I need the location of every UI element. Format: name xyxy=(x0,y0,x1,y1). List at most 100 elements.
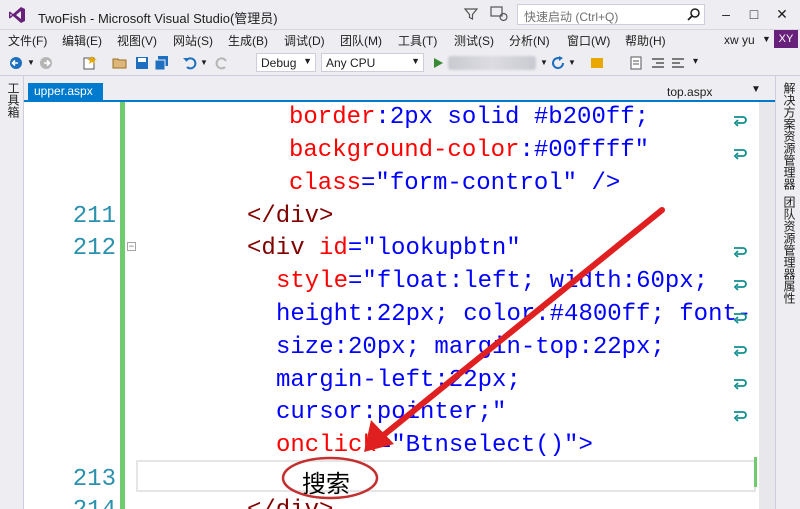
line-number: 212 xyxy=(72,235,116,262)
code-line: cursor:pointer;" xyxy=(276,399,506,426)
code-line: style="float:left; width:60px; xyxy=(276,268,708,295)
code-value: height:22px; color:#4800ff; font- xyxy=(276,301,752,328)
search-icon xyxy=(687,8,700,21)
title-bar: TwoFish - Microsoft Visual Studio(管理员) 快… xyxy=(0,0,800,30)
filter-icon[interactable] xyxy=(463,6,479,22)
code-value: ="lookupbtn" xyxy=(347,235,521,262)
code-attr: border xyxy=(289,104,376,131)
target-dropdown-icon[interactable]: ▼ xyxy=(540,58,548,67)
left-rail: 工具箱 xyxy=(0,76,24,509)
menu-analyze[interactable]: 分析(N) xyxy=(509,32,550,49)
window-title: TwoFish - Microsoft Visual Studio(管理员) xyxy=(38,11,278,26)
code-line: class="form-control" /> xyxy=(289,170,620,197)
line-number: 214 xyxy=(70,497,116,509)
team-explorer-tab[interactable]: 团队资源管理器 xyxy=(781,196,798,280)
code-attr: onclick xyxy=(276,432,377,459)
refresh-dropdown-icon[interactable]: ▼ xyxy=(568,58,576,67)
refresh-icon[interactable] xyxy=(550,55,566,71)
toolbox-tab[interactable]: 工具箱 xyxy=(5,82,22,118)
menu-website[interactable]: 网站(S) xyxy=(173,32,213,49)
code-value: ="float:left; width:60px; xyxy=(348,268,709,295)
menu-edit[interactable]: 编辑(E) xyxy=(62,32,102,49)
platform-select[interactable]: Any CPU ▼ xyxy=(321,53,424,72)
back-icon[interactable] xyxy=(8,55,24,71)
code-attr: class xyxy=(289,170,362,197)
outdent-icon[interactable] xyxy=(650,55,666,71)
redo-icon[interactable] xyxy=(214,55,230,71)
back-dropdown-icon[interactable]: ▼ xyxy=(27,58,35,67)
collapse-toggle[interactable]: − xyxy=(127,242,136,251)
code-value: ="form-control" /> xyxy=(361,170,621,197)
visual-studio-logo-icon xyxy=(9,7,25,23)
code-attr: id xyxy=(319,235,348,262)
menu-debug[interactable]: 调试(D) xyxy=(284,32,325,49)
start-debugging-icon[interactable] xyxy=(430,55,446,71)
new-project-icon[interactable] xyxy=(82,55,98,71)
tab-label: upper.aspx xyxy=(34,84,93,98)
code-value: :2px solid #b200ff; xyxy=(375,104,650,131)
code-value: margin-left:22px; xyxy=(276,367,521,394)
code-line: onclick="Btnselect()"> xyxy=(276,432,593,459)
feedback-icon[interactable] xyxy=(490,6,508,22)
save-icon[interactable] xyxy=(134,55,150,71)
line-number: 211 xyxy=(72,203,116,230)
code-attr: background-color xyxy=(289,137,520,164)
menu-view[interactable]: 视图(V) xyxy=(117,32,157,49)
tab-list-dropdown-icon[interactable]: ▼ xyxy=(751,84,761,95)
word-wrap-icon xyxy=(733,379,747,390)
menu-team[interactable]: 团队(M) xyxy=(340,32,382,49)
solution-explorer-tab[interactable]: 解决方案资源管理器 xyxy=(781,82,798,190)
close-button[interactable]: ✕ xyxy=(772,5,792,23)
maximize-button[interactable]: □ xyxy=(744,5,764,23)
menu-build[interactable]: 生成(B) xyxy=(228,32,268,49)
change-marker-right xyxy=(754,457,757,487)
tab-top-aspx[interactable]: top.aspx xyxy=(667,85,712,99)
menu-test[interactable]: 测试(S) xyxy=(454,32,494,49)
chevron-down-icon: ▼ xyxy=(303,56,312,66)
minimize-button[interactable]: – xyxy=(716,5,736,23)
undo-icon[interactable] xyxy=(182,55,198,71)
code-value: :#00ffff" xyxy=(519,137,650,164)
avatar[interactable]: XY xyxy=(774,30,798,48)
code-value: ="Btnselect()"> xyxy=(376,432,593,459)
toolbar-overflow-icon[interactable]: ▾ xyxy=(693,56,698,67)
vertical-scrollbar[interactable] xyxy=(759,102,775,509)
current-line-highlight xyxy=(136,460,756,492)
code-line: height:22px; color:#4800ff; font- xyxy=(276,301,751,328)
indent-icon[interactable] xyxy=(670,55,686,71)
word-wrap-icon xyxy=(733,346,747,357)
configuration-select[interactable]: Debug ▼ xyxy=(256,53,316,72)
menu-help[interactable]: 帮助(H) xyxy=(625,32,666,49)
word-wrap-icon xyxy=(733,149,747,160)
user-dropdown-icon[interactable]: ▼ xyxy=(762,34,771,44)
properties-tab[interactable]: 属性 xyxy=(781,280,798,304)
user-name[interactable]: xw yu xyxy=(724,33,755,47)
platform-value: Any CPU xyxy=(326,56,376,70)
button-text-search: 搜索 xyxy=(302,470,350,498)
menu-window[interactable]: 窗口(W) xyxy=(567,32,610,49)
word-wrap-icon xyxy=(733,313,747,324)
code-attr: style xyxy=(276,268,349,295)
code-tag: <div xyxy=(247,235,320,262)
open-folder-icon[interactable] xyxy=(112,55,128,71)
undo-dropdown-icon[interactable]: ▼ xyxy=(200,58,208,67)
word-wrap-icon xyxy=(733,411,747,422)
code-line: 搜索 xyxy=(302,464,350,499)
document-icon[interactable] xyxy=(628,55,644,71)
code-tag: </div> xyxy=(247,203,334,230)
code-line: </div> xyxy=(247,497,333,509)
save-all-icon[interactable] xyxy=(154,55,170,71)
quick-launch-input[interactable]: 快速启动 (Ctrl+Q) xyxy=(517,4,705,25)
menu-bar: 文件(F) 编辑(E) 视图(V) 网站(S) 生成(B) 调试(D) 团队(M… xyxy=(0,30,800,50)
word-wrap-icon xyxy=(733,247,747,258)
forward-icon[interactable] xyxy=(38,55,54,71)
toolbar: ▼ ▼ Debug ▼ Any CPU ▼ ▼ ▼ ▾ xyxy=(0,50,800,76)
change-tracking-bar xyxy=(120,102,125,509)
code-tag: </div> xyxy=(247,497,333,509)
menu-tools[interactable]: 工具(T) xyxy=(398,32,437,49)
quick-launch-placeholder: 快速启动 (Ctrl+Q) xyxy=(524,10,619,24)
code-editor[interactable]: − 211 212 213 214 border:2px solid #b200… xyxy=(24,102,775,509)
code-value: cursor:pointer;" xyxy=(276,399,507,426)
menu-file[interactable]: 文件(F) xyxy=(8,32,47,49)
bookmark-icon[interactable] xyxy=(589,55,605,71)
